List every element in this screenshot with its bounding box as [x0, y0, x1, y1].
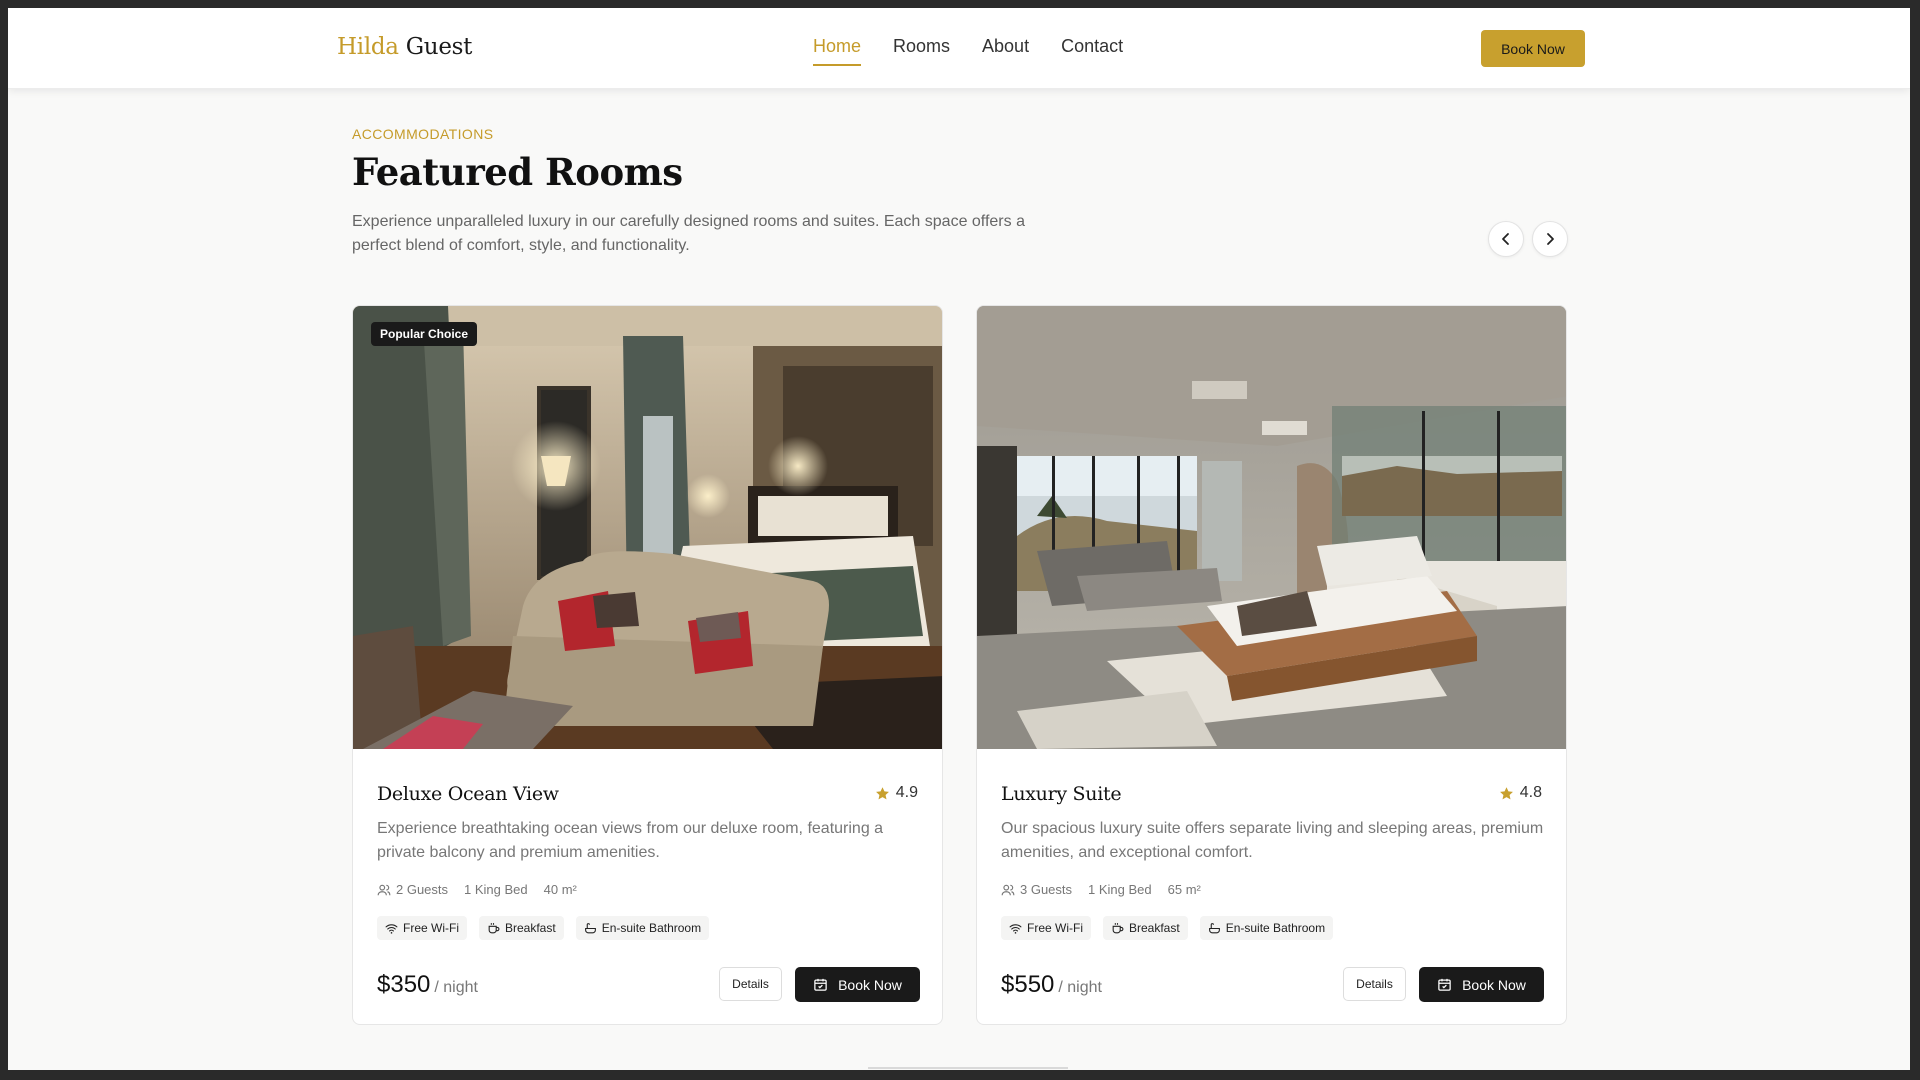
nav-item-contact[interactable]: Contact: [1061, 36, 1123, 66]
bath-icon: [1208, 922, 1220, 933]
room-title[interactable]: Deluxe Ocean View: [377, 783, 559, 805]
size-label: 65 m²: [1167, 882, 1201, 897]
details-button[interactable]: Details: [1343, 967, 1406, 1001]
price-value: $550: [1001, 971, 1055, 998]
room-description: Our spacious luxury suite offers separat…: [1001, 820, 1544, 861]
wifi-icon: [385, 923, 398, 934]
room-rating: 4.9: [875, 784, 918, 802]
calendar-check-icon: [814, 978, 827, 991]
main-nav: Home Rooms About Contact: [813, 36, 1123, 66]
bath-icon: [584, 922, 596, 933]
amenity-label: Free Wi-Fi: [403, 921, 459, 935]
chevron-left-icon: [1502, 233, 1509, 245]
price-unit: / night: [1058, 979, 1102, 996]
amenity-label: Free Wi-Fi: [1027, 921, 1083, 935]
users-icon: [1001, 884, 1015, 895]
price-value: $350: [377, 971, 431, 998]
nav-item-home[interactable]: Home: [813, 36, 862, 66]
brand-name-first: Hilda: [337, 34, 399, 60]
room-card[interactable]: Luxury Suite 4.8 Our spacious luxury sui…: [976, 305, 1567, 1025]
amenity-list: Free Wi-Fi Breakfast En-suite Bathroom: [377, 916, 710, 940]
amenity-label: Breakfast: [505, 921, 556, 935]
book-now-label: Book Now: [1462, 976, 1526, 993]
size-label: 40 m²: [543, 882, 577, 897]
brand-logo[interactable]: Hilda Guest: [337, 34, 472, 60]
amenity-list: Free Wi-Fi Breakfast En-suite Bathroom: [1001, 916, 1334, 940]
chevron-right-icon: [1547, 233, 1554, 245]
carousel-prev-button[interactable]: [1488, 221, 1524, 257]
wifi-icon: [1009, 923, 1022, 934]
section-description: Experience unparalleled luxury in our ca…: [352, 213, 1025, 254]
book-now-label: Book Now: [838, 976, 902, 993]
coffee-icon: [1112, 922, 1124, 933]
room-price: $550 / night: [1001, 971, 1102, 999]
room-price: $350 / night: [377, 971, 478, 999]
details-button[interactable]: Details: [719, 967, 782, 1001]
room-image[interactable]: Popular Choice: [353, 306, 942, 749]
header-book-now-button[interactable]: Book Now: [1481, 30, 1585, 67]
coffee-icon: [488, 922, 500, 933]
room-description: Experience breathtaking ocean views from…: [377, 820, 884, 861]
amenity-bathroom: En-suite Bathroom: [1199, 916, 1334, 940]
guests-label: 3 Guests: [1020, 882, 1073, 897]
carousel-next-button[interactable]: [1532, 221, 1568, 257]
amenity-bathroom: En-suite Bathroom: [575, 916, 710, 940]
carousel-indicator: [868, 1067, 1068, 1069]
nav-item-rooms[interactable]: Rooms: [893, 36, 950, 66]
rating-value: 4.9: [895, 784, 918, 801]
amenity-label: En-suite Bathroom: [1225, 921, 1326, 935]
browser-viewport: Hilda Guest Home Rooms About Contact Boo…: [8, 8, 1910, 1070]
book-now-button[interactable]: Book Now: [1419, 967, 1544, 1002]
bed-label: 1 King Bed: [1088, 882, 1152, 897]
room-image[interactable]: [977, 306, 1566, 749]
amenity-label: Breakfast: [1129, 921, 1180, 935]
amenity-wifi: Free Wi-Fi: [377, 916, 467, 940]
star-icon: [1499, 786, 1513, 799]
brand-name-second: Guest: [405, 34, 473, 60]
bed-label: 1 King Bed: [464, 882, 528, 897]
amenity-breakfast: Breakfast: [479, 916, 564, 940]
room-card[interactable]: Popular Choice Deluxe Ocean View 4.9 Exp…: [352, 305, 943, 1025]
room-rating: 4.8: [1499, 784, 1542, 802]
amenity-label: En-suite Bathroom: [601, 921, 702, 935]
section-eyebrow: ACCOMMODATIONS: [352, 126, 494, 142]
users-icon: [377, 884, 391, 895]
calendar-check-icon: [1438, 978, 1451, 991]
book-now-button[interactable]: Book Now: [795, 967, 920, 1002]
room-meta: 2 Guests 1 King Bed 40 m²: [377, 882, 577, 897]
popular-choice-badge: Popular Choice: [371, 322, 478, 346]
price-unit: / night: [434, 979, 478, 996]
amenity-wifi: Free Wi-Fi: [1001, 916, 1091, 940]
section-title: Featured Rooms: [352, 150, 683, 194]
rating-value: 4.8: [1519, 784, 1542, 801]
room-title[interactable]: Luxury Suite: [1001, 783, 1122, 805]
star-icon: [875, 786, 889, 799]
guests-info: 3 Guests: [1001, 882, 1072, 897]
site-header: Hilda Guest Home Rooms About Contact Boo…: [8, 8, 1910, 89]
guests-info: 2 Guests: [377, 882, 448, 897]
amenity-breakfast: Breakfast: [1103, 916, 1188, 940]
room-meta: 3 Guests 1 King Bed 65 m²: [1001, 882, 1201, 897]
nav-item-about[interactable]: About: [982, 36, 1029, 66]
guests-label: 2 Guests: [396, 882, 449, 897]
